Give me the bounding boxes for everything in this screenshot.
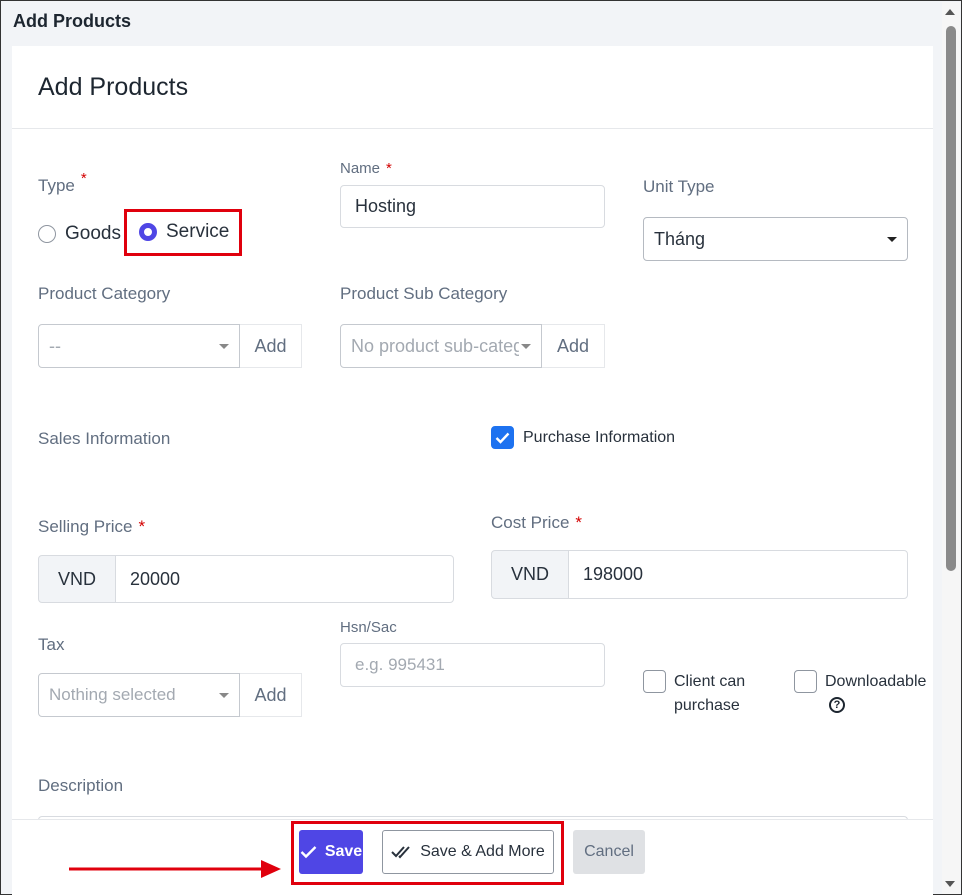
modal-title: Add Products (38, 73, 189, 101)
product-category-select[interactable]: -- (38, 324, 240, 368)
cost-price-label-text: Cost Price (491, 513, 570, 532)
checkmark-icon (495, 432, 510, 444)
name-label: Name * (340, 160, 392, 177)
name-input[interactable]: Hosting (340, 185, 605, 228)
scrollbar[interactable] (942, 2, 960, 894)
client-can-purchase-checkbox[interactable] (643, 670, 666, 693)
name-label-text: Name (340, 160, 381, 177)
selling-price-label: Selling Price * (38, 517, 145, 537)
product-category-label: Product Category (38, 284, 171, 303)
purchase-information-toggle[interactable]: Purchase Information (491, 426, 675, 449)
purchase-information-checkbox[interactable] (491, 426, 514, 449)
highlight-box-save-buttons (291, 821, 564, 885)
tax-label: Tax (38, 635, 65, 654)
unit-type-value: Tháng (654, 228, 706, 249)
hsn-sac-input[interactable]: e.g. 995431 (340, 643, 605, 687)
scrollbar-thumb[interactable] (946, 26, 956, 571)
required-marker: * (80, 170, 87, 187)
client-can-purchase-label: Client can purchase (674, 670, 745, 718)
chevron-down-icon (521, 343, 531, 349)
selling-price-label-text: Selling Price (38, 517, 133, 536)
red-arrow-annotation (69, 860, 281, 878)
product-sub-category-select[interactable]: No product sub-categ (340, 324, 542, 368)
hsn-sac-placeholder: e.g. 995431 (355, 655, 445, 674)
purchase-information-label: Purchase Information (523, 428, 676, 446)
add-product-modal: Add Products Type * Goods Service Name * H… (12, 46, 933, 895)
window-title: Add Products (13, 11, 132, 31)
required-marker: * (138, 517, 146, 536)
cost-price-label: Cost Price * (491, 513, 582, 533)
chevron-down-icon (219, 343, 229, 349)
highlight-box-service (124, 209, 242, 256)
unit-type-label: Unit Type (643, 177, 715, 196)
product-sub-category-value: No product sub-categ (351, 335, 519, 356)
unit-type-select[interactable]: Tháng (643, 217, 908, 261)
description-label: Description (38, 776, 124, 795)
selling-price-currency: VND (38, 555, 116, 603)
client-can-purchase-label-line1: Client can (674, 673, 746, 690)
cost-price-value: 198000 (583, 564, 644, 584)
chevron-down-icon (887, 236, 897, 242)
modal-header: Add Products (12, 46, 933, 129)
cost-price-input[interactable]: 198000 (568, 550, 908, 599)
required-marker: * (575, 513, 583, 532)
downloadable-label: Downloadable (825, 673, 927, 690)
add-tax-button[interactable]: Add (240, 673, 302, 717)
goods-radio-button[interactable] (38, 225, 56, 243)
chevron-down-icon (219, 692, 229, 698)
downloadable-checkbox[interactable] (794, 670, 817, 693)
product-sub-category-label: Product Sub Category (340, 284, 508, 303)
type-label: Type * (38, 170, 87, 196)
add-product-category-button[interactable]: Add (240, 324, 302, 368)
hsn-sac-label: Hsn/Sac (340, 619, 397, 636)
required-marker: * (386, 160, 392, 177)
tax-value: Nothing selected (49, 685, 176, 704)
cost-price-currency: VND (491, 550, 569, 599)
product-category-value: -- (49, 335, 61, 356)
scroll-down-arrow-icon[interactable] (945, 881, 955, 887)
client-can-purchase-label-line2: purchase (674, 697, 740, 714)
dialog-window: Add Products Add Products Type * Goods Se… (0, 0, 962, 895)
name-input-value: Hosting (355, 196, 417, 216)
goods-radio-label: Goods (65, 223, 121, 244)
type-label-text: Type (38, 176, 75, 195)
selling-price-value: 20000 (130, 568, 181, 589)
scroll-up-arrow-icon[interactable] (945, 9, 955, 15)
tax-select[interactable]: Nothing selected (38, 673, 240, 717)
cancel-button[interactable]: Cancel (573, 830, 645, 874)
sales-information-label: Sales Information (38, 429, 171, 448)
selling-price-input[interactable]: 20000 (115, 555, 454, 603)
radio-goods[interactable]: Goods (38, 223, 121, 245)
add-product-sub-category-button[interactable]: Add (542, 324, 605, 368)
help-icon[interactable]: ? (829, 697, 845, 713)
